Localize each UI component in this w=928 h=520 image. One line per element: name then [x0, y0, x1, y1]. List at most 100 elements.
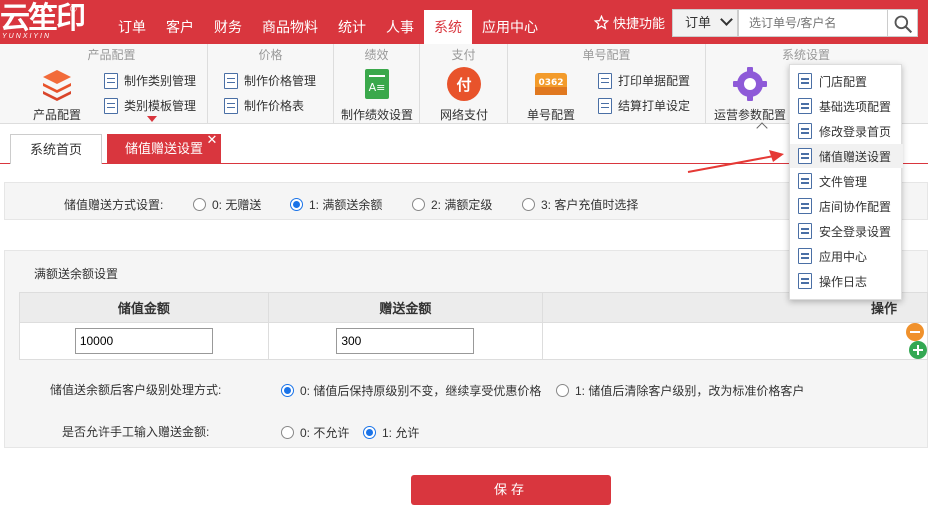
ribbon-category-manage[interactable]: 制作类别管理 — [104, 72, 196, 89]
tab-current[interactable]: 储值赠送设置 — [107, 134, 221, 164]
performance-config-button[interactable]: A≡ 制作绩效设置 — [334, 66, 420, 123]
document-icon — [798, 98, 812, 114]
document-icon — [798, 273, 812, 289]
group-pay: 支付 付 网络支付 — [420, 44, 508, 124]
group-pay-title: 支付 — [451, 48, 476, 62]
menu-item-label: 应用中心 — [819, 249, 868, 264]
group-system-title: 系统设置 — [781, 48, 830, 62]
number-config-button[interactable]: 0362 单号配置 — [518, 66, 584, 123]
menu-item-label: 门店配置 — [819, 74, 868, 89]
ribbon-template-manage[interactable]: 类别模板管理 — [104, 97, 196, 114]
ticket-number: 0362 — [538, 78, 563, 88]
menu-item-basic-options[interactable]: 基础选项配置 — [790, 94, 903, 118]
ribbon-template-manage-label: 类别模板管理 — [124, 99, 197, 113]
caret-down-icon — [147, 116, 157, 122]
ribbon-print-config-label: 打印单据配置 — [618, 74, 691, 88]
menu-item-label: 文件管理 — [819, 174, 868, 189]
online-pay-button[interactable]: 付 网络支付 — [420, 66, 508, 123]
close-icon[interactable]: ✕ — [205, 133, 219, 147]
menu-item-app-center[interactable]: 应用中心 — [790, 244, 903, 268]
radio-icon — [556, 384, 569, 397]
menu-item-login-home[interactable]: 修改登录首页 — [790, 119, 903, 143]
manual-option-1[interactable]: 1: 允许 — [363, 424, 419, 441]
document-icon — [798, 73, 812, 89]
number-config-label: 单号配置 — [526, 108, 575, 122]
top-bar: 云笙印 ® YUNXIYIN 订单 客户 财务 商品物料 统计 人事 系统 应用… — [0, 0, 928, 44]
gift-mode-option-2[interactable]: 2: 满额定级 — [412, 196, 492, 213]
ribbon-print-config[interactable]: 打印单据配置 — [598, 72, 690, 89]
remove-row-icon[interactable] — [905, 323, 924, 341]
search-button[interactable] — [888, 9, 918, 37]
nav-customer[interactable]: 客户 — [156, 10, 204, 44]
product-config-label: 产品配置 — [32, 108, 81, 122]
operation-params-label: 运营参数配置 — [713, 108, 786, 122]
gift-mode-option-3[interactable]: 3: 客户充值时选择 — [522, 196, 638, 213]
ribbon-price-manage[interactable]: 制作价格管理 — [224, 72, 316, 89]
nav-finance[interactable]: 财务 — [204, 10, 252, 44]
menu-item-label: 基础选项配置 — [819, 99, 892, 114]
ribbon-price-table-label: 制作价格表 — [244, 99, 305, 113]
deposit-cell — [19, 322, 269, 360]
ribbon-price-table[interactable]: 制作价格表 — [224, 97, 304, 114]
radio-selected-icon — [281, 384, 294, 397]
svg-text:付: 付 — [456, 76, 471, 94]
gift-mode-option-1-label: 1: 满额送余额 — [309, 198, 383, 212]
document-icon — [598, 72, 612, 89]
document-icon — [224, 72, 238, 89]
table-row — [19, 322, 928, 360]
nav-order[interactable]: 订单 — [108, 10, 156, 44]
layers-icon — [43, 70, 71, 101]
level-rule-option-0[interactable]: 0: 储值后保持原级别不变，继续享受优惠价格 — [281, 382, 541, 399]
document-icon — [104, 97, 118, 114]
document-icon — [224, 97, 238, 114]
product-config-button[interactable]: 产品配置 — [22, 66, 92, 123]
gift-mode-option-0[interactable]: 0: 无赠送 — [193, 196, 261, 213]
menu-item-deposit-gift[interactable]: 储值赠送设置 — [790, 144, 903, 168]
menu-item-op-log[interactable]: 操作日志 — [790, 269, 903, 293]
ribbon-settle-print-label: 结算打单设定 — [618, 99, 691, 113]
group-number: 单号配置 0362 单号配置 打印单据配置 结算打单设定 — [508, 44, 706, 124]
nav-stats[interactable]: 统计 — [328, 10, 376, 44]
radio-selected-icon — [363, 426, 376, 439]
ribbon-settle-print[interactable]: 结算打单设定 — [598, 97, 690, 114]
group-product-title: 产品配置 — [87, 48, 136, 62]
deposit-input[interactable] — [74, 328, 213, 354]
gift-input[interactable] — [336, 328, 475, 354]
search-scope-select[interactable]: 订单 — [672, 9, 738, 37]
online-pay-label: 网络支付 — [439, 108, 488, 122]
search-input[interactable] — [738, 9, 888, 37]
document-icon — [104, 72, 118, 89]
nav-goods[interactable]: 商品物料 — [252, 10, 328, 44]
document-icon — [798, 223, 812, 239]
quick-label: 快捷功能 — [613, 16, 666, 31]
add-row-icon[interactable] — [908, 341, 927, 359]
gift-mode-option-3-label: 3: 客户充值时选择 — [541, 198, 639, 212]
menu-item-secure-login[interactable]: 安全登录设置 — [790, 219, 903, 243]
brand-reg: ® — [70, 4, 77, 14]
gift-mode-option-1[interactable]: 1: 满额送余额 — [290, 196, 382, 213]
brand-sub: YUNXIYIN — [2, 33, 52, 40]
svg-text:A≡: A≡ — [369, 81, 386, 94]
level-rule-option-1[interactable]: 1: 储值后清除客户级别，改为标准价格客户 — [556, 382, 804, 399]
menu-item-store-config[interactable]: 门店配置 — [790, 69, 903, 93]
nav-apps[interactable]: 应用中心 — [472, 10, 548, 44]
radio-icon — [193, 198, 206, 211]
payment-icon: 付 — [447, 67, 481, 101]
system-settings-menu: 门店配置 基础选项配置 修改登录首页 储值赠送设置 文件管理 店间协作配置 安全… — [789, 64, 903, 300]
menu-item-label: 店间协作配置 — [819, 199, 892, 214]
gift-cell — [267, 322, 543, 360]
group-price: 价格 制作价格管理 制作价格表 — [208, 44, 334, 124]
menu-item-store-collab[interactable]: 店间协作配置 — [790, 194, 903, 218]
manual-option-0[interactable]: 0: 不允许 — [281, 424, 349, 441]
menu-item-file-manage[interactable]: 文件管理 — [790, 169, 903, 193]
menu-item-label: 修改登录首页 — [819, 124, 892, 139]
quick-functions[interactable]: 快捷功能 — [594, 13, 665, 32]
manual-option-1-label: 1: 允许 — [382, 426, 420, 440]
gift-mode-option-2-label: 2: 满额定级 — [431, 198, 493, 212]
tab-home[interactable]: 系统首页 — [10, 134, 102, 164]
save-button[interactable]: 保存 — [411, 475, 611, 505]
ticket-icon: 0362 — [535, 73, 567, 95]
operation-params-button[interactable]: 运营参数配置 — [710, 66, 790, 123]
nav-system[interactable]: 系统 — [424, 10, 472, 44]
nav-hr[interactable]: 人事 — [376, 10, 424, 44]
